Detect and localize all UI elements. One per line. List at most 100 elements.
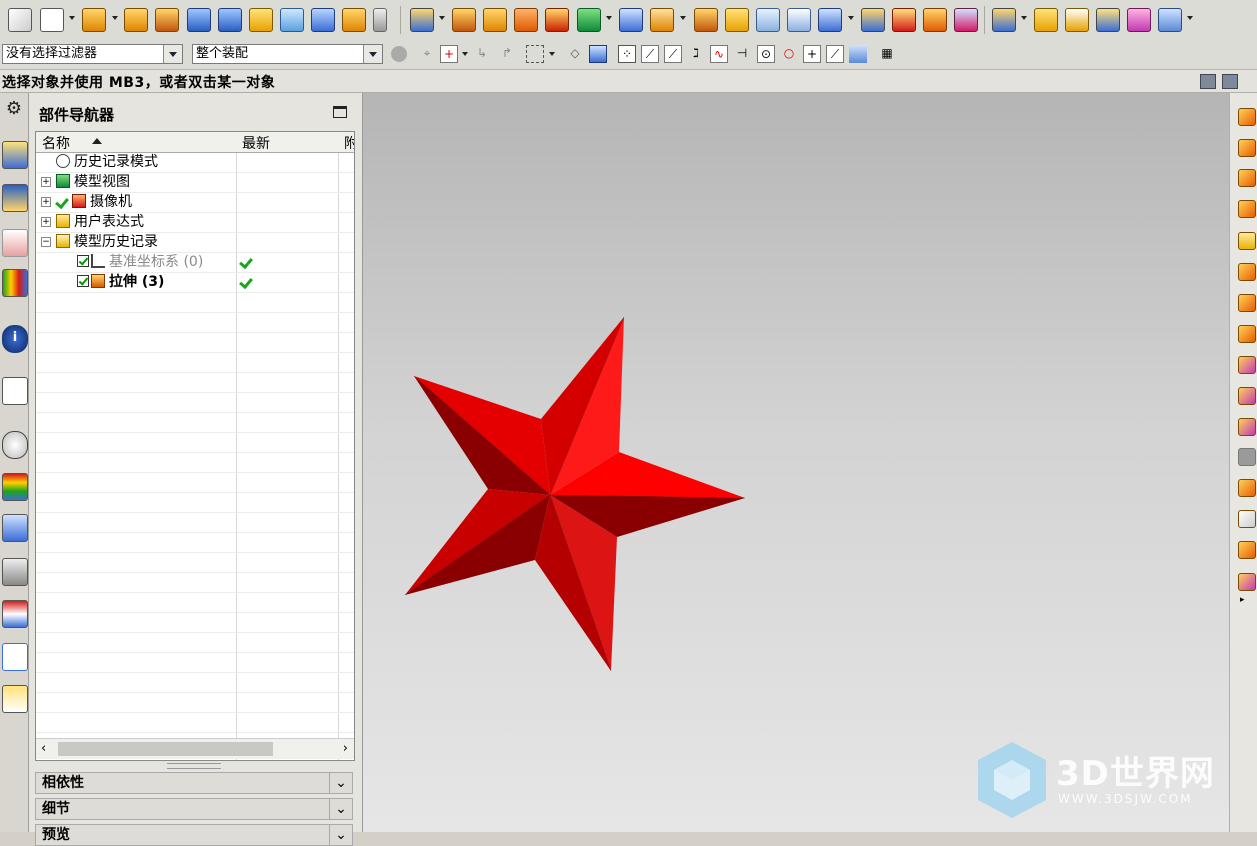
circle-center-icon[interactable]: ⊙ xyxy=(757,45,775,63)
feature-operation-icon[interactable] xyxy=(410,8,434,32)
snap-point-icon[interactable]: ⁘ xyxy=(618,45,636,63)
chamfer-icon[interactable] xyxy=(483,8,507,32)
replace-face-icon[interactable] xyxy=(1127,8,1151,32)
extract-geometry-icon[interactable] xyxy=(923,8,947,32)
star-model[interactable] xyxy=(363,93,1229,832)
visibility-checkbox[interactable] xyxy=(77,255,89,267)
tree-node[interactable]: 基准坐标系 (0) xyxy=(36,252,354,273)
selection-filter-dropdown[interactable]: 没有选择过滤器 xyxy=(2,44,183,64)
splitter-handle[interactable] xyxy=(167,763,221,769)
chevron-down-icon[interactable] xyxy=(1187,16,1193,20)
more-tools-icon[interactable]: ▸ xyxy=(1240,595,1245,605)
wrap-geometry-icon[interactable] xyxy=(892,8,916,32)
part-navigator-tab-icon[interactable] xyxy=(2,229,28,257)
collapse-icon[interactable]: − xyxy=(41,237,51,247)
details-section[interactable]: 细节 ⌄ xyxy=(35,798,353,820)
edge-blend-icon[interactable] xyxy=(452,8,476,32)
top-view-icon[interactable] xyxy=(1238,479,1256,497)
gear-icon[interactable]: ⚙ xyxy=(2,97,26,123)
existing-point-icon[interactable]: + xyxy=(803,45,821,63)
synchronous-modeling-icon[interactable] xyxy=(992,8,1016,32)
extrude-tool-icon[interactable] xyxy=(82,8,106,32)
process-studio-tab-icon[interactable] xyxy=(2,514,28,542)
offset-face-icon[interactable] xyxy=(694,8,718,32)
pan-icon[interactable] xyxy=(1238,200,1256,218)
system-scenes-tab-icon[interactable] xyxy=(2,643,28,671)
chevron-down-icon[interactable] xyxy=(549,52,555,56)
clipping-section-icon[interactable] xyxy=(1238,573,1256,591)
shaded-view-icon[interactable]: ◇ xyxy=(566,45,584,63)
fit-view-icon[interactable] xyxy=(1238,108,1256,126)
expand-icon[interactable]: + xyxy=(41,197,51,207)
chevron-down-icon[interactable] xyxy=(1021,16,1027,20)
block-tool-icon[interactable] xyxy=(187,8,211,32)
new-part-icon[interactable] xyxy=(40,8,64,32)
tree-node[interactable]: + 用户表达式 xyxy=(36,212,354,233)
history-clock-icon[interactable] xyxy=(2,431,28,459)
sweep-tool-icon[interactable] xyxy=(155,8,179,32)
unite-icon[interactable] xyxy=(545,8,569,32)
scale-body-icon[interactable] xyxy=(787,8,811,32)
graphics-window[interactable] xyxy=(363,93,1229,832)
horizontal-scrollbar[interactable]: ‹ › xyxy=(36,738,354,759)
sphere-tool-icon[interactable] xyxy=(280,8,304,32)
visualization-tab-icon[interactable] xyxy=(2,473,28,501)
tree-node[interactable]: + 摄像机 xyxy=(36,192,354,213)
chevron-down-icon[interactable] xyxy=(439,16,445,20)
feature-selection-icon[interactable]: ⌖ xyxy=(418,45,436,63)
hole-tool-icon[interactable] xyxy=(311,8,335,32)
status-toggle-icon[interactable] xyxy=(1200,74,1216,89)
expand-icon[interactable]: + xyxy=(41,217,51,227)
chevron-left-icon[interactable]: ‹ xyxy=(41,741,46,756)
resize-blend-icon[interactable] xyxy=(1158,8,1182,32)
scrollbar-thumb[interactable] xyxy=(58,742,273,756)
front-view-icon[interactable] xyxy=(1238,510,1256,528)
pocket-tool-icon[interactable] xyxy=(373,8,387,32)
mid-point-icon[interactable]: ⟋ xyxy=(664,45,682,63)
control-point-icon[interactable]: ℷ xyxy=(687,45,705,63)
palette-tab-icon[interactable] xyxy=(2,685,28,713)
perspective-icon[interactable] xyxy=(1238,232,1256,250)
general-selection-icon[interactable] xyxy=(391,46,407,62)
constraint-navigator-tab-icon[interactable] xyxy=(2,184,28,212)
web-browser-tab-icon[interactable] xyxy=(2,377,28,405)
chevron-down-icon[interactable] xyxy=(163,45,182,63)
thicken-icon[interactable] xyxy=(756,8,780,32)
assembly-navigator-tab-icon[interactable] xyxy=(2,141,28,169)
revolve-tool-icon[interactable] xyxy=(124,8,148,32)
chevron-down-icon[interactable]: ⌄ xyxy=(329,799,352,819)
maximize-icon[interactable] xyxy=(333,106,347,118)
expand-icon[interactable]: + xyxy=(41,177,51,187)
manufacturing-wizard-tab-icon[interactable] xyxy=(2,558,28,586)
chevron-down-icon[interactable]: ⌄ xyxy=(329,825,352,845)
promote-body-icon[interactable] xyxy=(954,8,978,32)
chevron-down-icon[interactable] xyxy=(112,16,118,20)
preview-section[interactable]: 预览 ⌄ xyxy=(35,824,353,846)
deselect-all-icon[interactable]: ↳ xyxy=(473,45,491,63)
point-on-surface-icon[interactable] xyxy=(849,45,867,63)
rectangle-select-icon[interactable] xyxy=(526,45,544,63)
info-icon[interactable]: i xyxy=(2,325,28,353)
wireframe-icon[interactable] xyxy=(1238,325,1256,343)
boss-tool-icon[interactable] xyxy=(342,8,366,32)
sew-icon[interactable] xyxy=(818,8,842,32)
intersection-point-icon[interactable]: ∿ xyxy=(710,45,728,63)
roles-tab-icon[interactable] xyxy=(2,600,28,628)
chevron-down-icon[interactable] xyxy=(69,16,75,20)
sort-ascending-icon[interactable] xyxy=(92,138,102,144)
background-icon[interactable] xyxy=(1238,448,1256,466)
tree-node[interactable]: + 模型视图 xyxy=(36,172,354,193)
zoom-icon[interactable] xyxy=(1238,139,1256,157)
split-body-icon[interactable] xyxy=(619,8,643,32)
chevron-down-icon[interactable] xyxy=(606,16,612,20)
rotate-icon[interactable] xyxy=(1238,169,1256,187)
cone-tool-icon[interactable] xyxy=(249,8,273,32)
shell-icon[interactable] xyxy=(650,8,674,32)
right-view-icon[interactable] xyxy=(1238,541,1256,559)
visibility-checkbox[interactable] xyxy=(77,275,89,287)
pattern-feature-icon[interactable] xyxy=(514,8,538,32)
body-selection-icon[interactable] xyxy=(589,45,607,63)
column-header-third[interactable]: 附 xyxy=(344,133,354,153)
column-header-latest[interactable]: 最新 xyxy=(242,133,270,153)
part-selection-icon[interactable]: + xyxy=(440,45,458,63)
